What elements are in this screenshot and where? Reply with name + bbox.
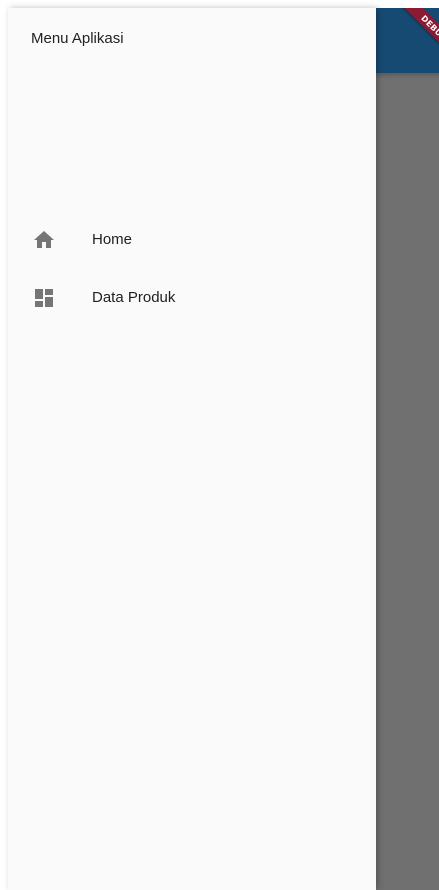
- menu-item-home[interactable]: Home: [8, 212, 376, 268]
- debug-banner-container: DEBUG: [376, 8, 439, 71]
- dashboard-icon: [32, 286, 56, 310]
- app-bar-shadow: [376, 73, 439, 79]
- top-strip: [0, 0, 439, 8]
- drawer-header: Menu Aplikasi: [8, 8, 376, 208]
- menu-item-label: Data Produk: [92, 289, 176, 306]
- home-icon: [32, 228, 56, 252]
- debug-banner: DEBUG: [395, 8, 439, 68]
- menu-item-label: Home: [92, 231, 133, 248]
- app-screen: DEBUG Menu Aplikasi Home Data Produk: [0, 0, 439, 890]
- drawer-scrim[interactable]: [376, 8, 439, 890]
- navigation-drawer: Menu Aplikasi Home Data Produk: [8, 8, 376, 890]
- left-margin: [0, 0, 8, 890]
- menu-item-data-produk[interactable]: Data Produk: [8, 270, 376, 326]
- drawer-title: Menu Aplikasi: [31, 30, 124, 47]
